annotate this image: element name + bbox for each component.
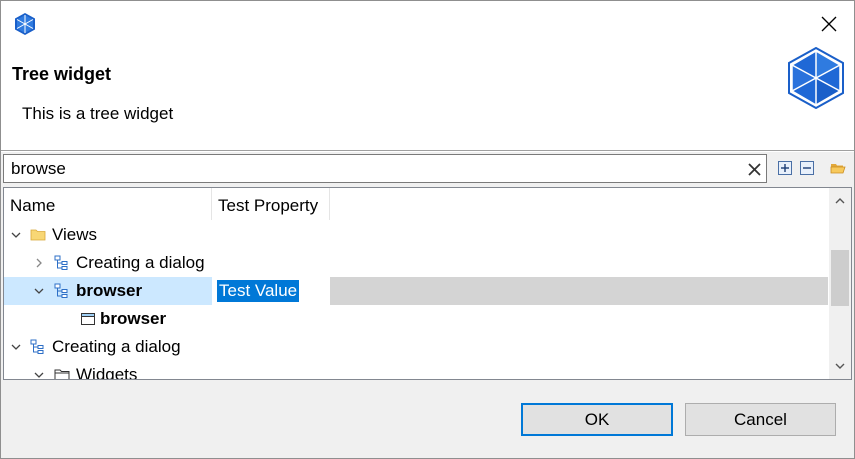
- tree-header: Name Test Property: [4, 188, 828, 220]
- chevron-down-icon[interactable]: [9, 340, 23, 354]
- scroll-up-button[interactable]: [829, 190, 851, 212]
- folder-open-icon[interactable]: [830, 160, 846, 176]
- logo-icon: [788, 47, 844, 109]
- node-label: Creating a dialog: [76, 253, 205, 272]
- property-value-editor[interactable]: Test Value: [217, 280, 300, 302]
- tree-item-icon: [54, 283, 68, 298]
- close-button[interactable]: [804, 1, 854, 47]
- column-header-name[interactable]: Name: [4, 188, 212, 220]
- filter-input[interactable]: [3, 154, 767, 183]
- ok-button[interactable]: OK: [521, 403, 673, 436]
- tree-table[interactable]: Name Test Property Views Creating a dial…: [3, 187, 852, 380]
- expand-all-icon[interactable]: [777, 160, 793, 176]
- title-bar: [1, 1, 854, 47]
- close-icon: [821, 16, 837, 32]
- dialog-body: Name Test Property Views: [1, 152, 854, 458]
- folder-outline-icon: [54, 369, 70, 379]
- tree-item-icon: [30, 339, 44, 354]
- tree-row[interactable]: Creating a dialog: [4, 249, 828, 277]
- tree-row[interactable]: Views: [4, 221, 828, 249]
- chevron-down-icon[interactable]: [32, 284, 46, 298]
- page-description: This is a tree widget: [22, 104, 174, 123]
- node-label: Views: [52, 225, 98, 244]
- folder-icon: [30, 229, 46, 241]
- tree-item-icon: [54, 255, 68, 270]
- app-icon: [15, 13, 35, 35]
- vertical-scrollbar[interactable]: [829, 188, 851, 379]
- chevron-down-icon[interactable]: [9, 228, 23, 242]
- clear-filter-button[interactable]: [743, 158, 765, 180]
- collapse-all-icon[interactable]: [799, 160, 815, 176]
- tree-row[interactable]: browser: [4, 305, 828, 333]
- column-header-test-property[interactable]: Test Property: [212, 188, 330, 220]
- chevron-down-icon: [835, 363, 845, 369]
- tree-widget-dialog: Tree widget This is a tree widget browse…: [0, 0, 855, 459]
- page-title: Tree widget: [12, 64, 112, 84]
- scroll-down-button[interactable]: [829, 355, 851, 377]
- node-label: browser: [100, 309, 167, 328]
- clear-icon: [747, 162, 761, 176]
- tree-row[interactable]: Widgets: [4, 361, 828, 380]
- row-highlight: [330, 277, 828, 305]
- cancel-button[interactable]: Cancel: [685, 403, 836, 436]
- tree-row[interactable]: Creating a dialog: [4, 333, 828, 361]
- scroll-thumb[interactable]: [831, 250, 849, 306]
- tree-row-selected[interactable]: browser Test Value: [4, 277, 828, 305]
- chevron-up-icon: [835, 198, 845, 204]
- node-label: browser: [76, 281, 143, 300]
- dialog-header: Tree widget This is a tree widget: [1, 47, 854, 151]
- filter-row: [1, 152, 854, 185]
- node-label: Widgets: [76, 365, 138, 380]
- chevron-down-icon[interactable]: [32, 368, 46, 380]
- node-label: Creating a dialog: [52, 337, 181, 356]
- chevron-right-icon[interactable]: [32, 256, 46, 270]
- window-icon: [81, 313, 95, 325]
